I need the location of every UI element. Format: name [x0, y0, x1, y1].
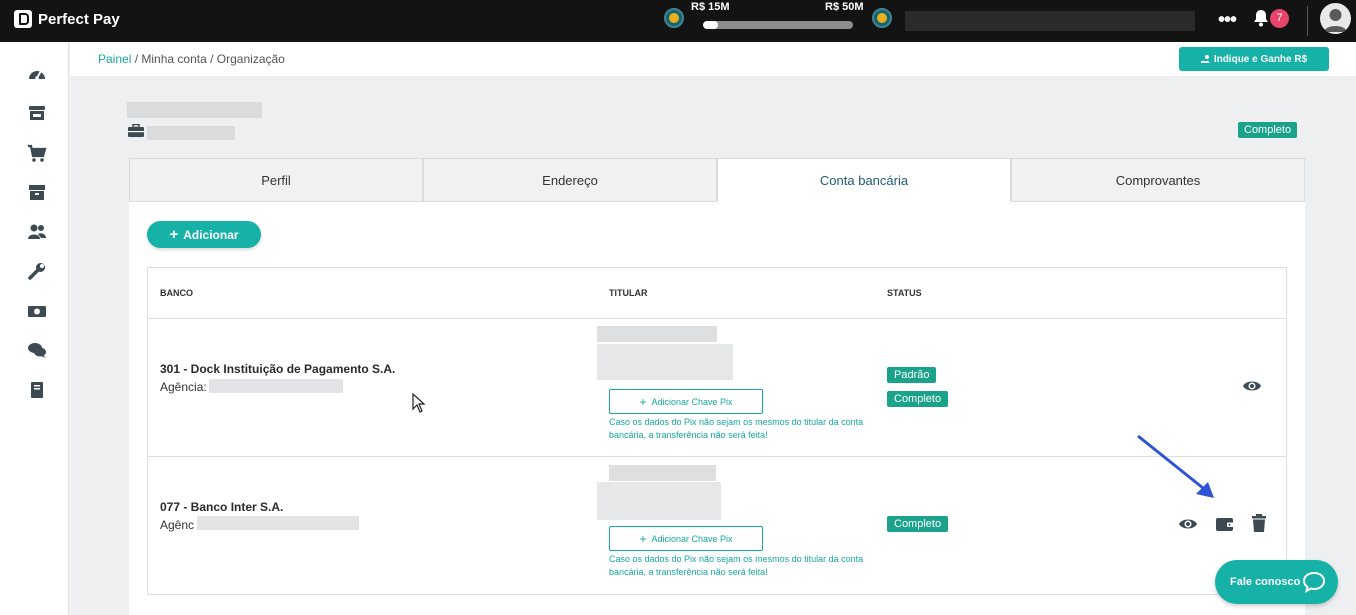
wrench-icon[interactable]: [27, 261, 47, 281]
chat-bubble-icon: [1302, 570, 1326, 597]
breadcrumb-organizacao: Organização: [216, 52, 285, 66]
box-icon[interactable]: [27, 182, 47, 202]
account-tabs: Perfil Endereço Conta bancária Comprovan…: [129, 158, 1305, 202]
breadcrumb-separator: /: [210, 52, 214, 66]
agency-label: Agência:: [160, 380, 207, 394]
goal-end-medal-icon: [872, 8, 892, 28]
eye-icon[interactable]: [1242, 377, 1262, 395]
redacted-agency-number: [209, 379, 343, 393]
tab-perfil[interactable]: Perfil: [129, 158, 423, 202]
pix-button-label: Adicionar Chave Pix: [651, 533, 733, 544]
redacted-holder-name: [609, 465, 716, 481]
goal-progress-fill: [703, 21, 718, 29]
book-icon[interactable]: [27, 380, 47, 400]
shopping-cart-icon[interactable]: [27, 143, 47, 163]
plus-icon: +: [169, 226, 179, 243]
redacted-holder-document: [597, 344, 733, 380]
add-pix-key-button[interactable]: + Adicionar Chave Pix: [609, 526, 763, 551]
status-badge-complete: Completo: [887, 516, 949, 532]
refer-button-label: Indique e Ganhe R$: [1213, 53, 1308, 65]
column-header-status: STATUS: [887, 288, 922, 298]
trash-icon[interactable]: [1250, 514, 1270, 532]
dashboard-gauge-icon[interactable]: [27, 64, 47, 84]
money-icon[interactable]: [27, 301, 47, 321]
contact-us-chat-button[interactable]: Fale conosco: [1215, 560, 1338, 604]
user-avatar[interactable]: [1320, 3, 1351, 34]
pix-warning-note: Caso os dados do Pix não sejam os mesmos…: [609, 554, 864, 577]
top-bar: Perfect Pay R$ 15M R$ 50M ••• 7: [0, 0, 1356, 42]
app-name: Perfect Pay: [38, 10, 120, 28]
tab-endereco[interactable]: Endereço: [423, 158, 717, 202]
add-button-label: Adicionar: [183, 227, 239, 242]
notifications-bell-icon[interactable]: [1253, 9, 1269, 32]
redacted-user-info: [905, 11, 1195, 31]
pix-button-label: Adicionar Chave Pix: [651, 396, 733, 407]
tab-comprovantes[interactable]: Comprovantes: [1011, 158, 1305, 202]
app-logo[interactable]: Perfect Pay: [14, 10, 120, 28]
hand-coin-icon: [1200, 55, 1210, 63]
goal-progress-bar: [703, 21, 853, 29]
briefcase-icon: [128, 123, 144, 143]
store-icon[interactable]: [27, 103, 47, 123]
notifications-count-badge[interactable]: 7: [1270, 9, 1289, 28]
wallet-icon[interactable]: [1215, 515, 1235, 533]
add-pix-key-button[interactable]: + Adicionar Chave Pix: [609, 389, 763, 414]
plus-icon: +: [639, 531, 647, 546]
annotation-arrow-icon: [1130, 430, 1220, 510]
sidebar: [0, 42, 69, 615]
breadcrumb-bar: Painel / Minha conta / Organização Indiq…: [70, 42, 1356, 76]
redacted-holder-document: [597, 482, 721, 520]
status-badge-default: Padrão: [887, 367, 937, 383]
topbar-divider: [1307, 6, 1308, 36]
breadcrumb-minha-conta[interactable]: Minha conta: [141, 52, 206, 66]
table-divider: [148, 456, 1286, 457]
status-badge-complete: Completo: [887, 391, 949, 407]
users-icon[interactable]: [27, 222, 47, 242]
redacted-agency-number: [197, 516, 359, 530]
refer-and-earn-button[interactable]: Indique e Ganhe R$: [1179, 47, 1329, 71]
redacted-org-document: [147, 126, 235, 140]
bank-name: 301 - Dock Instituição de Pagamento S.A.: [160, 362, 396, 376]
column-header-bank: BANCO: [160, 288, 193, 298]
perfect-pay-logo-icon: [14, 10, 32, 28]
org-status-badge: Completo: [1238, 122, 1298, 138]
tab-conta-bancaria[interactable]: Conta bancária: [717, 158, 1011, 202]
more-options-icon[interactable]: •••: [1218, 9, 1237, 32]
agency-label: Agênc: [160, 518, 195, 532]
breadcrumb-separator: /: [134, 52, 139, 66]
breadcrumb: Painel / Minha conta / Organização: [98, 52, 285, 66]
add-bank-account-button[interactable]: + Adicionar: [147, 221, 261, 248]
goal-start-medal-icon: [664, 8, 684, 28]
breadcrumb-link-painel[interactable]: Painel: [98, 52, 131, 66]
goal-start-label: R$ 15M: [691, 1, 730, 13]
redacted-holder-name: [597, 326, 717, 342]
chat-button-label: Fale conosco: [1230, 576, 1301, 588]
chat-bubbles-icon[interactable]: [27, 340, 47, 360]
mouse-cursor-icon: [412, 392, 426, 418]
redacted-org-name: [127, 102, 262, 118]
bank-accounts-table: BANCO TITULAR STATUS 301 - Dock Institui…: [147, 267, 1287, 595]
plus-icon: +: [639, 394, 647, 409]
table-divider: [148, 318, 1286, 319]
eye-icon[interactable]: [1178, 515, 1198, 533]
pix-warning-note: Caso os dados do Pix não sejam os mesmos…: [609, 417, 864, 440]
bank-name: 077 - Banco Inter S.A.: [160, 500, 284, 514]
column-header-holder: TITULAR: [609, 288, 648, 298]
goal-end-label: R$ 50M: [825, 1, 864, 13]
